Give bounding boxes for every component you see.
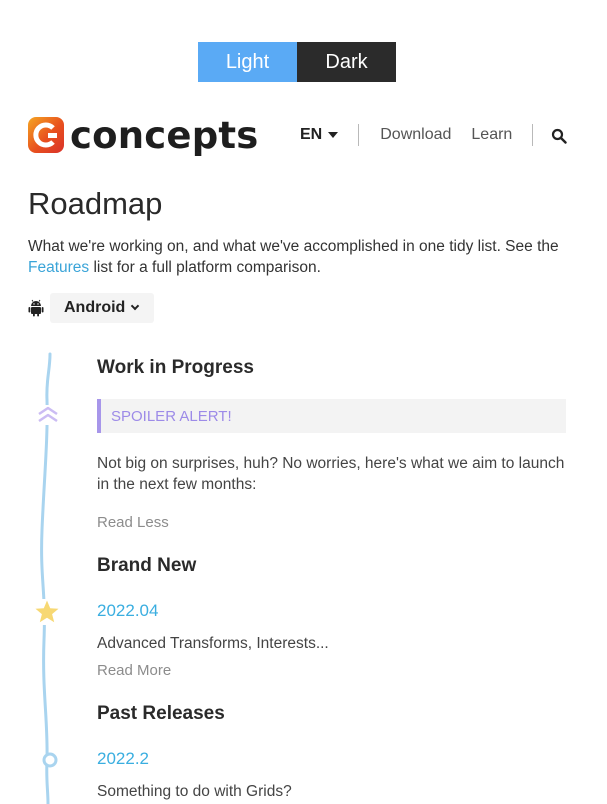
logo-text: concepts [70, 113, 259, 157]
caret-down-icon [328, 132, 339, 138]
search-icon[interactable] [551, 128, 567, 144]
version-link-2022-04[interactable]: 2022.04 [97, 601, 158, 621]
section-heading-brand-new: Brand New [97, 555, 197, 576]
nav-divider [532, 124, 534, 146]
wip-description: Not big on surprises, huh? No worries, h… [97, 455, 565, 493]
version-link-2022-2[interactable]: 2022.2 [97, 749, 149, 769]
section-heading-wip: Work in Progress [97, 357, 254, 378]
star-icon [34, 599, 60, 625]
features-link[interactable]: Features [28, 259, 89, 276]
platform-dropdown[interactable]: Android [50, 293, 154, 323]
read-more-link[interactable]: Read More [97, 662, 171, 679]
site-header: concepts EN Download Learn [28, 112, 573, 158]
chevron-down-icon [131, 301, 140, 311]
section-heading-past-releases: Past Releases [97, 703, 225, 724]
brand-new-description: Advanced Transforms, Interests... [97, 635, 329, 652]
android-icon [28, 299, 44, 317]
light-theme-button[interactable]: Light [198, 42, 297, 82]
platform-label: Android [64, 299, 126, 316]
page-title: Roadmap [28, 186, 163, 221]
past-release-description: Something to do with Grids? [97, 783, 292, 800]
concepts-logo-icon [28, 117, 64, 153]
language-label: EN [300, 126, 323, 143]
read-less-link[interactable]: Read Less [97, 514, 169, 531]
theme-toggle: Light Dark [198, 42, 396, 82]
language-selector[interactable]: EN [300, 126, 339, 144]
release-dot-icon [42, 752, 58, 768]
logo[interactable]: concepts [28, 117, 259, 154]
intro-text: What we're working on, and what we've ac… [28, 238, 559, 276]
main-nav: EN Download Learn [300, 112, 534, 158]
dark-theme-button[interactable]: Dark [297, 42, 396, 82]
nav-learn-link[interactable]: Learn [471, 126, 512, 144]
spoiler-alert-banner[interactable]: SPOILER ALERT! [97, 399, 566, 433]
nav-divider [358, 124, 360, 146]
nav-download-link[interactable]: Download [380, 126, 451, 144]
chevrons-up-icon [36, 405, 60, 425]
